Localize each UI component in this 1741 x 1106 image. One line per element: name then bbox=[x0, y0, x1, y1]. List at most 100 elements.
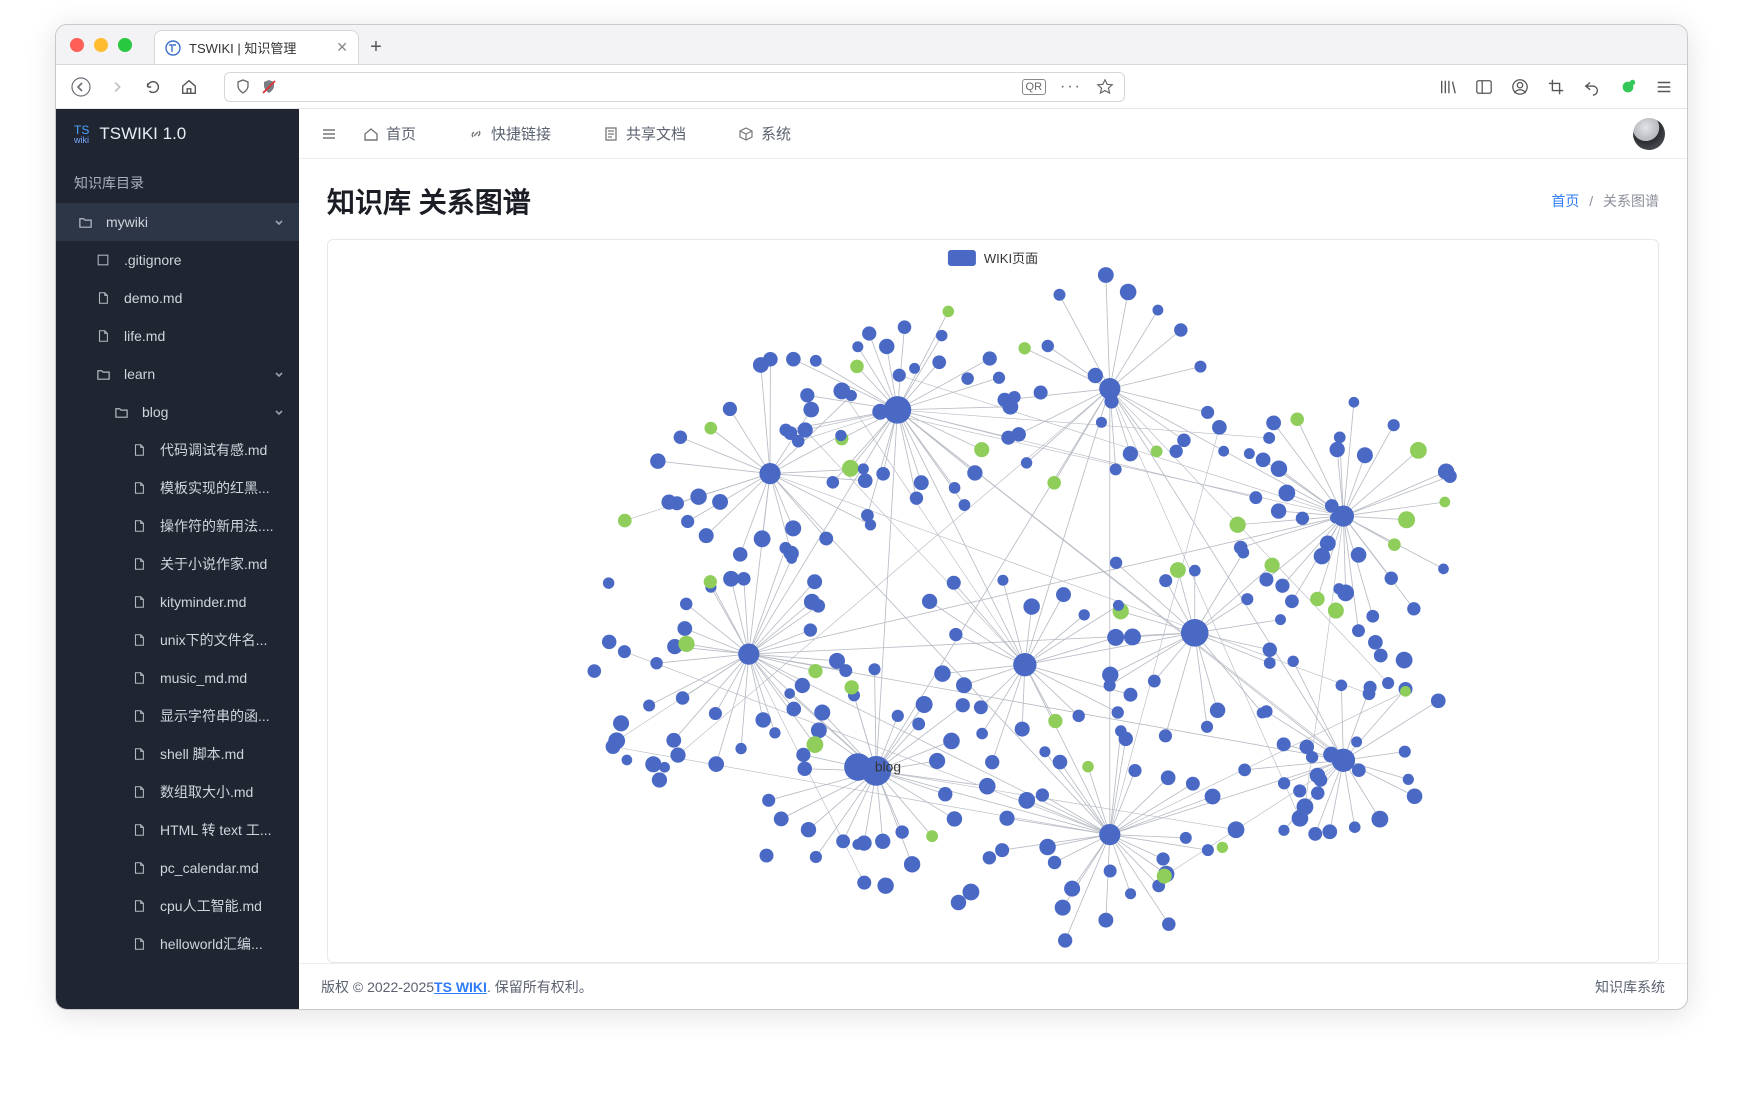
breadcrumb-home[interactable]: 首页 bbox=[1551, 193, 1579, 209]
tree-file[interactable]: cpu人工智能.md bbox=[56, 887, 299, 925]
browser-toolbar: QR ··· bbox=[56, 65, 1687, 109]
app-menu-icon[interactable] bbox=[1655, 78, 1673, 96]
footer: 版权 © 2022-2025 TS WIKI . 保留所有权利。 知识库系统 bbox=[299, 963, 1687, 1009]
tree-file[interactable]: demo.md bbox=[56, 279, 299, 317]
tree-file[interactable]: .gitignore bbox=[56, 241, 299, 279]
user-avatar[interactable] bbox=[1633, 118, 1665, 150]
chevron-down-icon bbox=[273, 368, 285, 380]
tree-label: HTML 转 text 工... bbox=[160, 820, 272, 840]
tree-file[interactable]: 代码调试有感.md bbox=[56, 431, 299, 469]
tree-file[interactable]: life.md bbox=[56, 317, 299, 355]
reload-button[interactable] bbox=[142, 76, 164, 98]
tree-file[interactable]: 操作符的新用法.... bbox=[56, 507, 299, 545]
tree-label: shell 脚本.md bbox=[160, 744, 244, 764]
tree-file[interactable]: 模板实现的红黑... bbox=[56, 469, 299, 507]
topnav-hamburger[interactable] bbox=[321, 126, 337, 142]
chevron-down-icon bbox=[273, 216, 285, 228]
tab-favicon-icon bbox=[165, 40, 181, 56]
breadcrumb-current: 关系图谱 bbox=[1603, 193, 1659, 209]
brand-logo-top: TS bbox=[74, 124, 89, 136]
tree-label: pc_calendar.md bbox=[160, 860, 259, 876]
tree-label: kityminder.md bbox=[160, 594, 246, 610]
sidebar-heading: 知识库目录 bbox=[56, 159, 299, 203]
hamburger-icon bbox=[321, 126, 337, 142]
tree-file[interactable]: pc_calendar.md bbox=[56, 849, 299, 887]
cube-icon bbox=[738, 126, 754, 142]
tree-label: unix下的文件名... bbox=[160, 630, 267, 650]
tree-file[interactable]: 关于小说作家.md bbox=[56, 545, 299, 583]
file-icon bbox=[132, 747, 150, 761]
urlbar-right: QR ··· bbox=[1022, 78, 1114, 96]
home-button[interactable] bbox=[178, 76, 200, 98]
file-icon bbox=[132, 899, 150, 913]
file-icon bbox=[132, 785, 150, 799]
zoom-window-button[interactable] bbox=[118, 38, 132, 52]
tree-label: mywiki bbox=[106, 214, 148, 230]
file-tree: mywiki .gitignoredemo.md life.md learn blog 代… bbox=[56, 203, 299, 1009]
folder-icon bbox=[114, 405, 132, 420]
file-icon bbox=[132, 595, 150, 609]
graph-nodes[interactable]: blog bbox=[588, 267, 1457, 948]
file-icon bbox=[132, 937, 150, 951]
tree-folder[interactable]: learn bbox=[56, 355, 299, 393]
tree-file[interactable]: kityminder.md bbox=[56, 583, 299, 621]
new-tab-button[interactable]: + bbox=[359, 30, 393, 64]
browser-tab[interactable]: TSWIKI | 知识管理 ✕ bbox=[154, 30, 359, 64]
minimize-window-button[interactable] bbox=[94, 38, 108, 52]
browser-window: TSWIKI | 知识管理 ✕ + QR ··· bbox=[55, 24, 1688, 1010]
undo-icon[interactable] bbox=[1583, 78, 1601, 96]
forward-button[interactable] bbox=[106, 76, 128, 98]
tree-folder[interactable]: mywiki bbox=[56, 203, 299, 241]
tree-label: 显示字符串的函... bbox=[160, 706, 270, 726]
shield-icon[interactable] bbox=[235, 79, 251, 95]
tab-close-icon[interactable]: ✕ bbox=[336, 39, 348, 56]
url-bar[interactable]: QR ··· bbox=[224, 72, 1125, 102]
file-icon bbox=[96, 291, 114, 305]
graph-legend[interactable]: WIKI页面 bbox=[948, 248, 1038, 267]
account-icon[interactable] bbox=[1511, 78, 1529, 96]
back-button[interactable] bbox=[70, 76, 92, 98]
tree-label: 关于小说作家.md bbox=[160, 554, 267, 574]
crop-icon[interactable] bbox=[1547, 78, 1565, 96]
close-window-button[interactable] bbox=[70, 38, 84, 52]
tree-file[interactable]: shell 脚本.md bbox=[56, 735, 299, 773]
file-icon bbox=[132, 823, 150, 837]
tree-label: 数组取大小.md bbox=[160, 782, 253, 802]
chevron-down-icon bbox=[273, 406, 285, 418]
nav-item-doc[interactable]: 共享文档 bbox=[603, 123, 686, 144]
nav-item-link[interactable]: 快捷链接 bbox=[468, 123, 551, 144]
brand-logo-icon: TS wiki bbox=[74, 124, 89, 145]
extension-icon[interactable] bbox=[1619, 78, 1637, 96]
folder-icon bbox=[96, 367, 114, 382]
file-icon bbox=[132, 861, 150, 875]
tree-file[interactable]: music_md.md bbox=[56, 659, 299, 697]
nav-item-home[interactable]: 首页 bbox=[363, 123, 416, 144]
page-actions-icon[interactable]: ··· bbox=[1060, 78, 1082, 96]
tree-file[interactable]: helloworld汇编... bbox=[56, 925, 299, 963]
tree-folder[interactable]: blog bbox=[56, 393, 299, 431]
bookmark-star-icon[interactable] bbox=[1096, 78, 1114, 96]
tree-file[interactable]: 显示字符串的函... bbox=[56, 697, 299, 735]
tree-label: cpu人工智能.md bbox=[160, 896, 262, 916]
breadcrumb: 首页 / 关系图谱 bbox=[1551, 191, 1659, 211]
tree-label: life.md bbox=[124, 328, 165, 344]
file-icon bbox=[132, 671, 150, 685]
tree-file[interactable]: unix下的文件名... bbox=[56, 621, 299, 659]
nav-label: 快捷链接 bbox=[491, 123, 551, 144]
file-icon bbox=[132, 443, 150, 457]
tree-file[interactable]: HTML 转 text 工... bbox=[56, 811, 299, 849]
permissions-icon[interactable] bbox=[261, 79, 277, 95]
relation-graph[interactable]: blog bbox=[328, 240, 1658, 962]
tree-label: 模板实现的红黑... bbox=[160, 478, 270, 498]
tab-title: TSWIKI | 知识管理 bbox=[189, 38, 296, 57]
doc-icon bbox=[603, 126, 619, 142]
graph-card: WIKI页面 blog bbox=[327, 239, 1659, 963]
brand[interactable]: TS wiki TSWIKI 1.0 bbox=[56, 109, 299, 159]
tree-label: blog bbox=[142, 404, 168, 420]
qr-icon[interactable]: QR bbox=[1022, 79, 1047, 95]
tree-file[interactable]: 数组取大小.md bbox=[56, 773, 299, 811]
sidebar-toggle-icon[interactable] bbox=[1475, 78, 1493, 96]
footer-link[interactable]: TS WIKI bbox=[434, 979, 487, 995]
library-icon[interactable] bbox=[1439, 78, 1457, 96]
nav-item-cube[interactable]: 系统 bbox=[738, 123, 791, 144]
